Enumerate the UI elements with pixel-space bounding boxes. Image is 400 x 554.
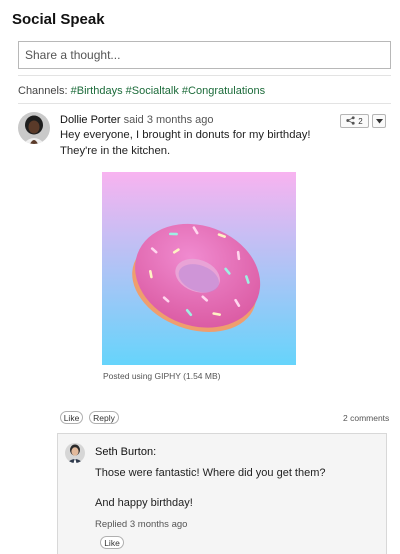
share-icon (346, 115, 355, 127)
post-author-name[interactable]: Dollie Porter (60, 114, 121, 126)
channel-link-socialtalk[interactable]: #Socialtalk (126, 85, 179, 97)
post-author-avatar[interactable] (18, 112, 50, 144)
share-button[interactable]: 2 (340, 114, 369, 128)
post-header: Dollie Porter said 3 months ago (60, 114, 213, 126)
donut-gif-image[interactable] (102, 172, 296, 365)
caret-down-icon (375, 117, 383, 126)
channel-link-birthdays[interactable]: #Birthdays (71, 85, 123, 97)
like-button[interactable]: Like (60, 411, 83, 424)
divider (18, 75, 391, 76)
post-text: Hey everyone, I brought in donuts for my… (60, 129, 311, 157)
channels-label: Channels: (18, 85, 68, 97)
post-share-controls: 2 (340, 114, 386, 128)
comment-text-line: Those were fantastic! Where did you get … (95, 467, 326, 479)
post-menu-button[interactable] (372, 114, 386, 128)
channels-bar: Channels: #Birthdays #Socialtalk #Congra… (18, 85, 265, 97)
share-thought-input[interactable] (19, 42, 390, 68)
share-count: 2 (358, 116, 363, 126)
comment-author-name[interactable]: Seth Burton: (95, 446, 156, 458)
post-timestamp: said 3 months ago (123, 114, 214, 126)
comment-timestamp: Replied 3 months ago (95, 519, 188, 530)
divider (18, 103, 391, 104)
attachment-caption: Posted using GIPHY (1.54 MB) (103, 371, 221, 381)
comments-count-link[interactable]: 2 comments (343, 413, 389, 423)
comment-like-button[interactable]: Like (100, 536, 124, 549)
share-thought-field[interactable] (18, 41, 391, 69)
comment-text-line: And happy birthday! (95, 497, 193, 509)
commenter-avatar[interactable] (65, 443, 85, 463)
app-title: Social Speak (12, 11, 105, 28)
reply-button[interactable]: Reply (89, 411, 119, 424)
channel-link-congratulations[interactable]: #Congratulations (182, 85, 265, 97)
